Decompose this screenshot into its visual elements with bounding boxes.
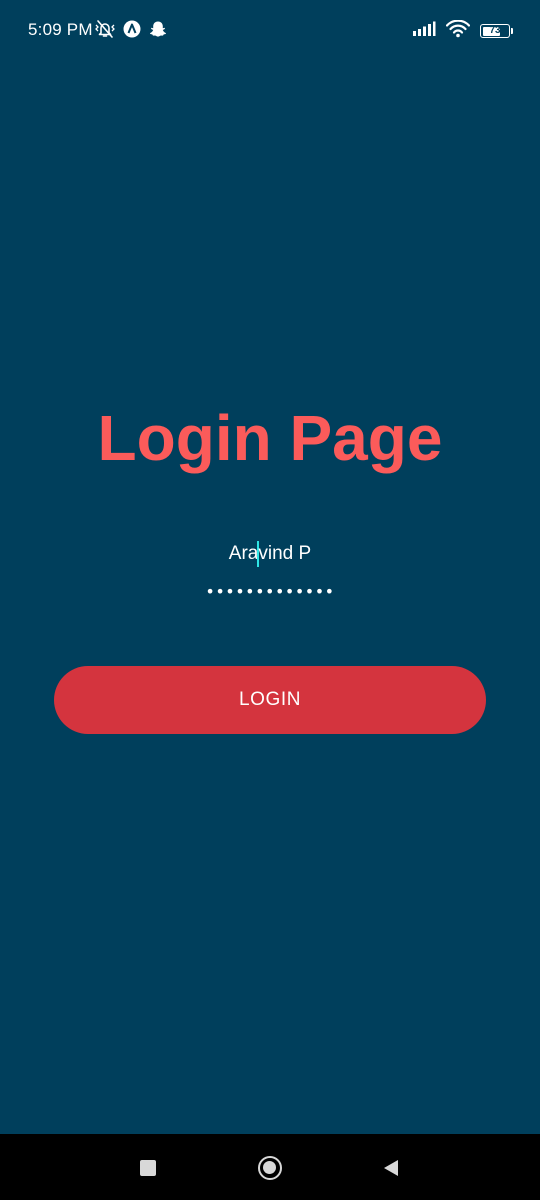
cellular-signal-icon bbox=[412, 21, 436, 42]
snapchat-icon bbox=[148, 19, 168, 44]
username-value-end: vind P bbox=[258, 543, 312, 564]
login-button-label: LOGIN bbox=[238, 689, 302, 710]
recents-button[interactable] bbox=[140, 1160, 156, 1176]
circle-icon bbox=[263, 1161, 276, 1174]
back-button[interactable] bbox=[382, 1158, 400, 1183]
battery-tip bbox=[511, 28, 513, 34]
password-input[interactable]: ••••••••••••• bbox=[120, 578, 420, 606]
page-title: Login Page bbox=[97, 402, 443, 474]
status-right-icons: 73 bbox=[412, 19, 513, 43]
login-button[interactable]: LOGIN bbox=[54, 666, 486, 734]
battery-icon: 73 bbox=[480, 24, 513, 38]
username-value-start: Ara bbox=[228, 543, 259, 564]
navigation-bar bbox=[0, 1134, 540, 1200]
muted-vibrate-icon bbox=[94, 19, 116, 44]
username-input[interactable]: Aravind P bbox=[120, 538, 420, 570]
home-button[interactable] bbox=[258, 1156, 282, 1180]
app-notification-icon bbox=[122, 19, 142, 44]
battery-level-label: 73 bbox=[489, 25, 501, 36]
status-left-icons bbox=[94, 19, 168, 44]
wifi-icon bbox=[445, 19, 471, 43]
status-bar: 5:09 PM 73 bbox=[0, 0, 540, 62]
status-time: 5:09 PM bbox=[28, 20, 93, 39]
triangle-back-icon bbox=[384, 1160, 398, 1176]
